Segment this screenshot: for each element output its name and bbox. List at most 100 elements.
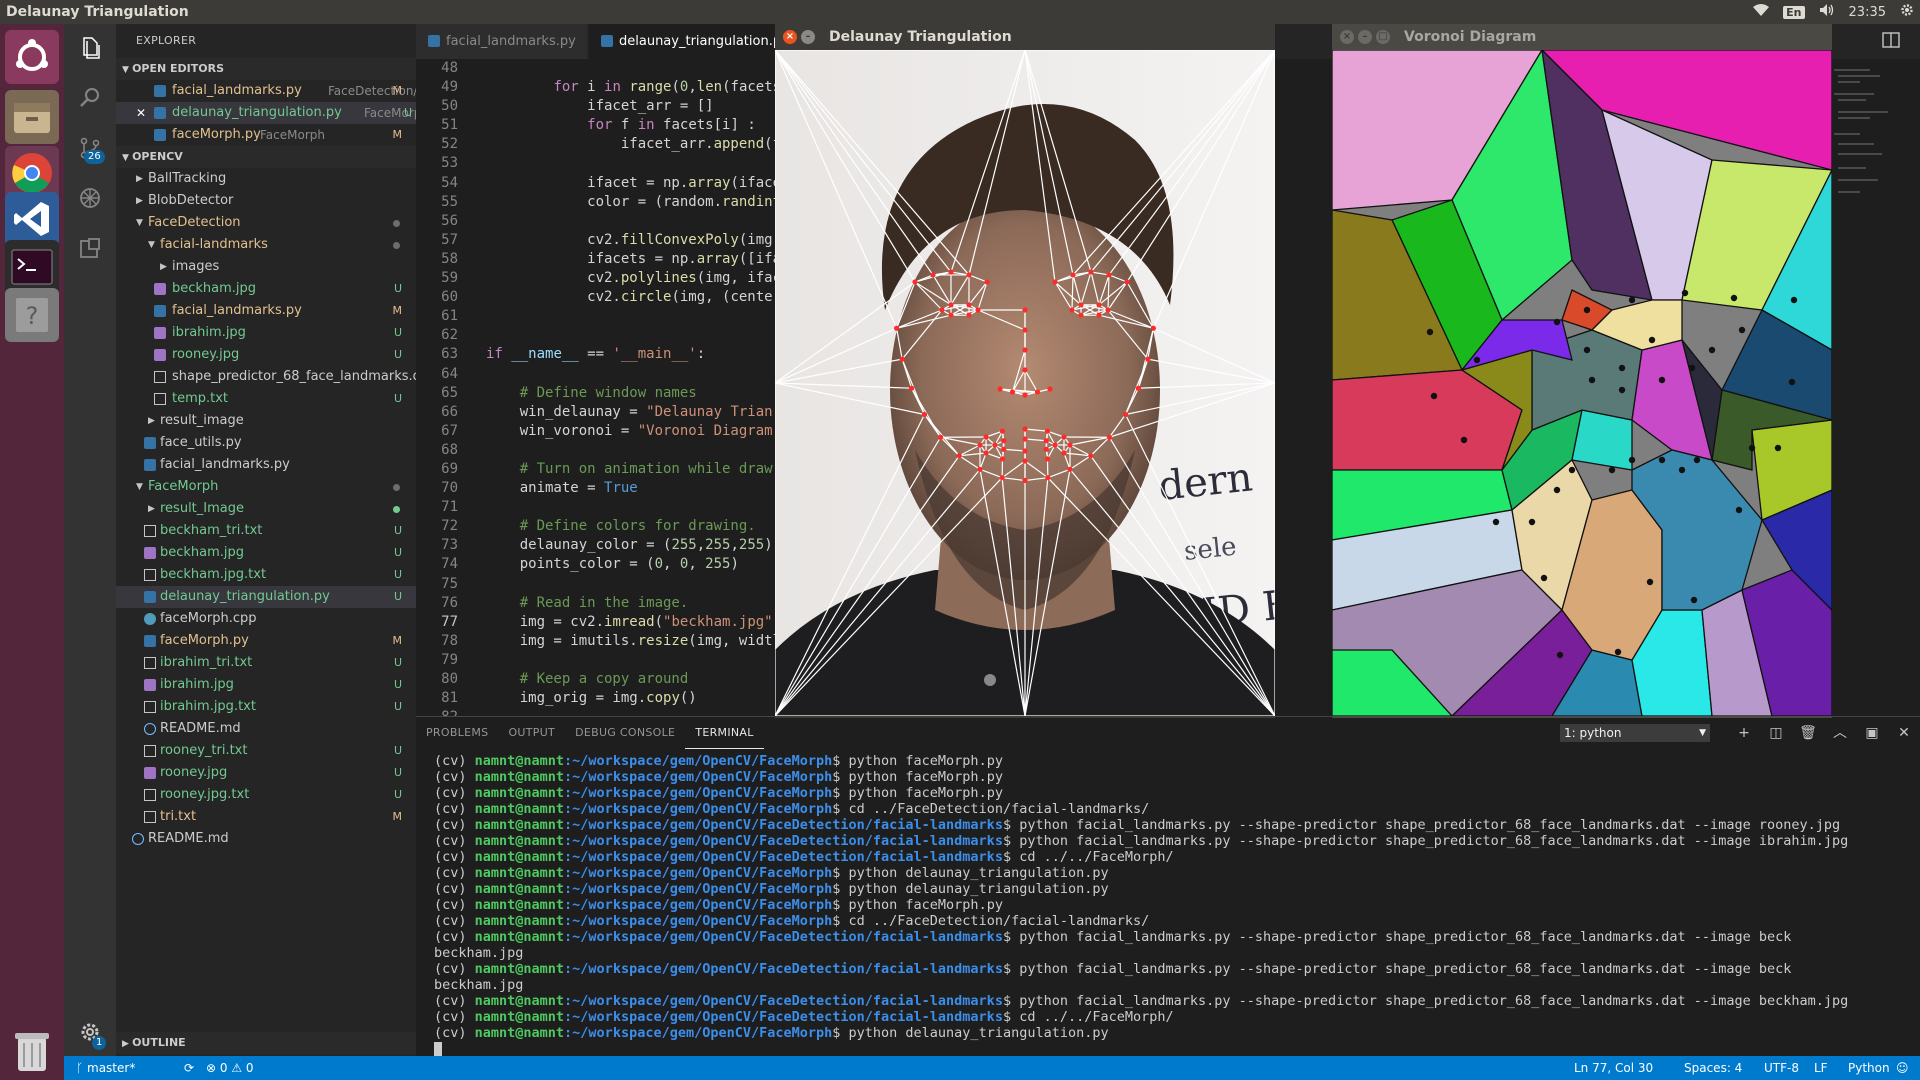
files-icon[interactable]: [5, 90, 59, 144]
trash-icon[interactable]: [5, 1024, 59, 1078]
tree-folder[interactable]: ▼ FaceDetection: [116, 212, 416, 234]
help-icon[interactable]: ?: [5, 288, 59, 342]
voronoi-titlebar[interactable]: × – □ Voronoi Diagram: [1332, 24, 1832, 50]
tree-folder[interactable]: ▶ images: [116, 256, 416, 278]
vscode-icon[interactable]: [5, 192, 59, 246]
tree-file[interactable]: beckham.jpg U: [116, 542, 416, 564]
text-file-icon: [154, 393, 166, 405]
close-icon[interactable]: ✕: [136, 102, 146, 124]
kill-terminal-trash-icon[interactable]: 🗑: [1792, 717, 1824, 749]
tree-folder[interactable]: ▼ facial-landmarks: [116, 234, 416, 256]
tree-file[interactable]: ibrahim.jpg U: [116, 322, 416, 344]
explorer-files-icon[interactable]: [78, 36, 102, 60]
language-mode[interactable]: Python: [1848, 1056, 1890, 1080]
tree-file[interactable]: README.md: [116, 718, 416, 740]
close-window-icon[interactable]: ×: [1340, 30, 1354, 44]
minimize-window-icon[interactable]: –: [801, 30, 815, 44]
problems-status[interactable]: ⊗ 0 ⚠ 0: [206, 1056, 254, 1080]
terminal-icon[interactable]: [5, 240, 59, 294]
tab-facial-landmarks[interactable]: facial_landmarks.py: [416, 24, 588, 59]
tree-file[interactable]: beckham.jpg U: [116, 278, 416, 300]
info-file-icon: [144, 723, 156, 735]
cursor-position[interactable]: Ln 77, Col 30: [1574, 1056, 1653, 1080]
power-gear-icon[interactable]: [1900, 3, 1914, 21]
tree-file[interactable]: ibrahim.jpg.txt U: [116, 696, 416, 718]
tree-item-label: FaceDetection: [148, 215, 241, 230]
tree-file[interactable]: rooney.jpg.txt U: [116, 784, 416, 806]
delaunay-titlebar[interactable]: × – Delaunay Triangulation: [775, 24, 1275, 50]
minimize-window-icon[interactable]: –: [1358, 30, 1372, 44]
search-icon[interactable]: [78, 86, 102, 110]
terminal-path: :~/workspace/gem/OpenCV/FaceDetection/fa…: [564, 833, 1003, 849]
tree-file-selected[interactable]: delaunay_triangulation.py U: [116, 586, 416, 608]
line-number: 59: [441, 270, 458, 287]
sync-icon[interactable]: ⟳: [184, 1056, 194, 1080]
tree-file[interactable]: tri.txt M: [116, 806, 416, 828]
tab-terminal[interactable]: TERMINAL: [685, 717, 764, 749]
project-header[interactable]: ▼ OPENCV: [116, 146, 416, 168]
line-text: color = (random.randint(0,: [486, 193, 806, 210]
tree-file[interactable]: shape_predictor_68_face_landmarks.dat: [116, 366, 416, 388]
tree-folder[interactable]: ▶ BlobDetector: [116, 190, 416, 212]
tree-file[interactable]: ibrahim_tri.txt U: [116, 652, 416, 674]
tree-file[interactable]: temp.txt U: [116, 388, 416, 410]
keyboard-layout-indicator[interactable]: En: [1783, 5, 1805, 19]
tree-file[interactable]: face_utils.py: [116, 432, 416, 454]
open-editor-item[interactable]: faceMorph.py FaceMorph M: [116, 124, 416, 146]
volume-icon[interactable]: [1819, 3, 1835, 21]
tab-output[interactable]: OUTPUT: [498, 717, 565, 749]
tree-file[interactable]: rooney.jpg U: [116, 762, 416, 784]
open-editor-item[interactable]: ✕ delaunay_triangulation.py FaceMorph U: [116, 102, 416, 124]
open-editor-item[interactable]: facial_landmarks.py FaceDetection/... M: [116, 80, 416, 102]
voronoi-window-title: Voronoi Diagram: [1404, 29, 1537, 45]
tree-folder[interactable]: ▼ FaceMorph: [116, 476, 416, 498]
terminal-output[interactable]: (cv) namnt@namnt:~/workspace/gem/OpenCV/…: [434, 753, 1914, 1057]
open-editors-header[interactable]: ▼ OPEN EDITORS: [116, 58, 416, 80]
voronoi-window[interactable]: × – □ Voronoi Diagram: [1332, 24, 1832, 718]
close-panel-icon[interactable]: ✕: [1888, 717, 1920, 749]
terminal-instance-select[interactable]: 1: python ▼: [1560, 724, 1710, 742]
terminal-prompt[interactable]: [434, 1041, 1914, 1057]
tree-file[interactable]: facial_landmarks.py M: [116, 300, 416, 322]
line-text: animate = True: [486, 480, 638, 497]
delaunay-window-title: Delaunay Triangulation: [829, 29, 1012, 45]
debug-icon[interactable]: [78, 186, 102, 210]
ubuntu-dash-icon[interactable]: [5, 30, 59, 84]
tree-file[interactable]: README.md: [116, 828, 416, 850]
extensions-icon[interactable]: [78, 236, 102, 260]
git-status: U: [393, 546, 402, 559]
tree-file[interactable]: beckham_tri.txt U: [116, 520, 416, 542]
line-number: 80: [441, 671, 458, 687]
feedback-smiley-icon[interactable]: ☺: [1896, 1056, 1909, 1080]
tree-folder[interactable]: ▶ result_Image: [116, 498, 416, 520]
clock[interactable]: 23:35: [1849, 5, 1886, 20]
delaunay-window[interactable]: × – Delaunay Triangulation dern sele VID…: [775, 24, 1275, 718]
new-terminal-plus-icon[interactable]: +: [1728, 717, 1760, 749]
git-branch-status[interactable]: ᚴ master*: [76, 1056, 135, 1080]
line-number: 61: [441, 308, 458, 325]
tree-file[interactable]: ibrahim.jpg U: [116, 674, 416, 696]
close-window-icon[interactable]: ×: [783, 30, 797, 44]
tree-file[interactable]: rooney.jpg U: [116, 344, 416, 366]
line-text: for i in range(0,len(facets)): [553, 79, 798, 96]
wifi-icon[interactable]: [1753, 4, 1770, 20]
tree-folder[interactable]: ▶ BallTracking: [116, 168, 416, 190]
tree-file[interactable]: faceMorph.cpp: [116, 608, 416, 630]
maximize-panel-chevron-up-icon[interactable]: ︿: [1824, 717, 1856, 749]
maximize-window-icon[interactable]: □: [1376, 30, 1390, 44]
image-file-icon: [154, 283, 166, 295]
eol-status[interactable]: LF: [1814, 1056, 1828, 1080]
tab-debug-console[interactable]: DEBUG CONSOLE: [565, 717, 685, 749]
minimap[interactable]: [1830, 64, 1900, 214]
split-terminal-icon[interactable]: ◫: [1760, 717, 1792, 749]
toggle-panel-position-icon[interactable]: ▣: [1856, 717, 1888, 749]
tab-problems[interactable]: PROBLEMS: [416, 717, 498, 749]
tree-folder[interactable]: ▶ result_image: [116, 410, 416, 432]
tree-file[interactable]: beckham.jpg.txt U: [116, 564, 416, 586]
tree-file[interactable]: rooney_tri.txt U: [116, 740, 416, 762]
encoding-status[interactable]: UTF-8: [1764, 1056, 1799, 1080]
tree-file[interactable]: facial_landmarks.py: [116, 454, 416, 476]
outline-header[interactable]: ▶ OUTLINE: [116, 1032, 416, 1054]
indentation-status[interactable]: Spaces: 4: [1684, 1056, 1742, 1080]
tree-file[interactable]: faceMorph.py M: [116, 630, 416, 652]
